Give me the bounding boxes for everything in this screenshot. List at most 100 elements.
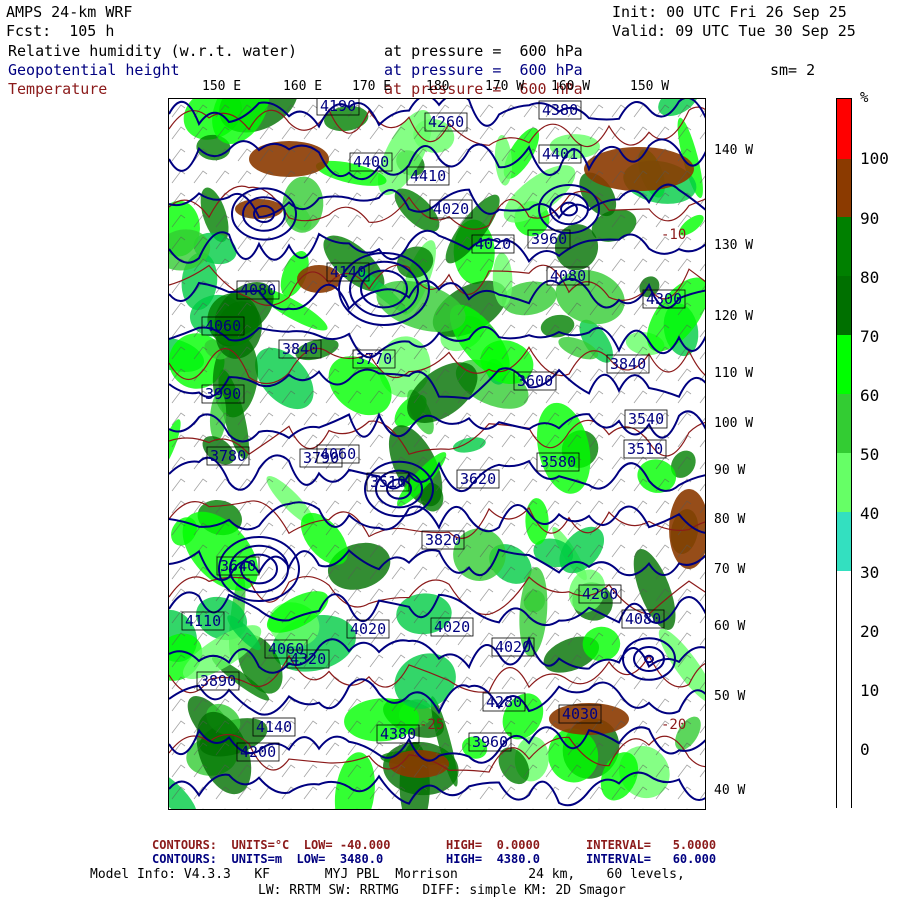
- field-temp-name: Temperature: [8, 80, 108, 98]
- field-rh-name: Relative humidity (w.r.t. water): [8, 42, 297, 60]
- height-label-text: 4020: [350, 620, 386, 638]
- temperature-label: -25: [419, 717, 444, 733]
- colorbar-band-20-30: [837, 512, 851, 571]
- height-label: 4060: [316, 444, 360, 464]
- map-canvas: 4190 4260 4380 4401 4400 4410 4020 4020 3960 4140…: [169, 99, 705, 809]
- lat-label-100w: 100 W: [714, 416, 754, 431]
- height-label: 4020: [471, 234, 515, 254]
- height-label: 4060: [201, 316, 245, 336]
- height-label-text: 3580: [540, 453, 576, 471]
- height-label: 4020: [429, 199, 473, 219]
- height-label: 4410: [406, 166, 450, 186]
- model-info-line-1: Model Info: V4.3.3 KF MYJ PBL Morrison 2…: [90, 867, 685, 882]
- model-info-line-2: LW: RRTM SW: RRTMG DIFF: simple KM: 2D S…: [258, 883, 626, 898]
- height-label: 4200: [236, 742, 280, 762]
- height-label: 3620: [456, 469, 500, 489]
- height-label: 4380: [376, 724, 420, 744]
- lat-label-90w: 90 W: [714, 463, 746, 478]
- height-label-text: 4060: [320, 445, 356, 463]
- height-label-text: 4300: [646, 290, 682, 308]
- height-label: 3960: [468, 732, 512, 752]
- colorbar-label-40: 40: [860, 504, 880, 523]
- height-label-text: 4080: [625, 610, 661, 628]
- colorbar-label-0: 0: [860, 740, 870, 759]
- height-label-text: 4110: [185, 612, 221, 630]
- height-label-text: 4280: [486, 693, 522, 711]
- height-label: 4320: [286, 649, 330, 669]
- height-label: 4280: [482, 692, 526, 712]
- temperature-label: -10: [661, 227, 686, 243]
- height-label-text: 3540: [628, 410, 664, 428]
- height-label-text: 3890: [200, 672, 236, 690]
- lat-label-40w: 40 W: [714, 783, 746, 798]
- map-panel: 4190 4260 4380 4401 4400 4410 4020 4020 3960 4140…: [168, 98, 706, 810]
- height-label-text: 4380: [542, 101, 578, 119]
- height-label: 3890: [196, 671, 240, 691]
- lon-label-150w: 150 W: [630, 79, 670, 94]
- colorbar-label-60: 60: [860, 386, 880, 405]
- height-label: 4080: [236, 280, 280, 300]
- lat-label-70w: 70 W: [714, 562, 746, 577]
- colorbar-label-70: 70: [860, 327, 880, 346]
- lon-label-160w: 160 W: [551, 79, 591, 94]
- height-label-text: 3990: [205, 385, 241, 403]
- height-label: 4030: [558, 704, 602, 724]
- lat-label-140w: 140 W: [714, 143, 754, 158]
- colorbar-band-60-70: [837, 276, 851, 335]
- height-label-text: 3620: [460, 470, 496, 488]
- height-label: 4110: [181, 611, 225, 631]
- height-label-text: 4020: [475, 235, 511, 253]
- colorbar-unit: %: [860, 90, 869, 106]
- lat-label-120w: 120 W: [714, 309, 754, 324]
- colorbar-band-50-60: [837, 335, 851, 394]
- valid-time: Valid: 09 UTC Tue 30 Sep 25: [612, 22, 856, 40]
- colorbar-band-70-80: [837, 217, 851, 276]
- height-label-text: 3840: [282, 340, 318, 358]
- lat-label-50w: 50 W: [714, 689, 746, 704]
- colorbar-label-50: 50: [860, 445, 880, 464]
- colorbar-label-20: 20: [860, 622, 880, 641]
- height-label: 4190: [316, 99, 360, 116]
- height-label-text: 4260: [582, 585, 618, 603]
- height-label-text: 3770: [356, 350, 392, 368]
- height-label-text: 4400: [353, 153, 389, 171]
- height-label: 3510: [623, 439, 667, 459]
- height-label-text: 4190: [320, 99, 356, 115]
- height-label: 3780: [206, 446, 250, 466]
- height-label-text: 4060: [205, 317, 241, 335]
- height-label-text: 4080: [240, 281, 276, 299]
- height-label-text: 4260: [428, 113, 464, 131]
- height-label: 4080: [546, 266, 590, 286]
- lon-label-150e: 150 E: [202, 79, 242, 94]
- height-label-text: 4020: [433, 200, 469, 218]
- height-label-text: 3840: [610, 355, 646, 373]
- model-title: AMPS 24-km WRF: [6, 3, 133, 21]
- height-label-text: 4380: [380, 725, 416, 743]
- colorbar-label-10: 10: [860, 681, 880, 700]
- height-label: 3840: [278, 339, 322, 359]
- smoothing-label: sm= 2: [770, 61, 816, 79]
- height-label-text: 4140: [256, 718, 292, 736]
- height-label-text: 4030: [562, 705, 598, 723]
- height-label: 3770: [352, 349, 396, 369]
- height-label-text: 3640: [220, 557, 256, 575]
- height-label: 3600: [513, 371, 557, 391]
- height-label: 3540: [624, 409, 668, 429]
- height-label: 3510: [366, 472, 410, 492]
- temperature-label: -20: [661, 717, 686, 733]
- height-label: 3640: [216, 556, 260, 576]
- height-label-text: 4020: [495, 638, 531, 656]
- lon-label-180: 180: [426, 79, 450, 94]
- field-hgt-name: Geopotential height: [8, 61, 180, 79]
- height-label: 4020: [491, 637, 535, 657]
- colorbar-label-30: 30: [860, 563, 880, 582]
- height-label-text: 3600: [517, 372, 553, 390]
- height-label-text: 4080: [550, 267, 586, 285]
- field-hgt-level: at pressure = 600 hPa: [384, 61, 583, 79]
- forecast-hour: Fcst: 105 h: [6, 22, 115, 40]
- lon-label-170w: 170 W: [485, 79, 525, 94]
- colorbar-band-40-50: [837, 394, 851, 453]
- height-label: 4020: [346, 619, 390, 639]
- height-label-text: 4401: [542, 145, 578, 163]
- lat-label-80w: 80 W: [714, 512, 746, 527]
